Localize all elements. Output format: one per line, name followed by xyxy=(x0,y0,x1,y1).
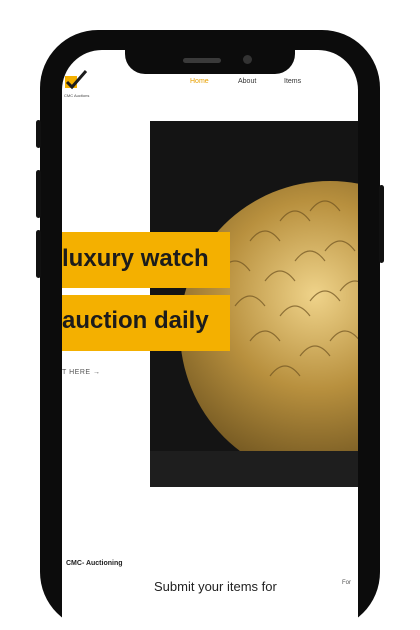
logo-icon[interactable] xyxy=(64,68,94,92)
phone-frame: CMC Auctions Home About Items luxury wat… xyxy=(36,30,384,630)
hero-title-line-2: auction daily xyxy=(62,295,230,351)
nav-about[interactable]: About xyxy=(238,78,256,85)
nav-items[interactable]: Items xyxy=(284,78,301,85)
start-here-link[interactable]: T HERE → xyxy=(62,369,101,376)
hero-title-line-1: luxury watch xyxy=(62,232,230,288)
volume-down-button xyxy=(36,230,41,278)
power-button xyxy=(379,185,384,263)
speaker xyxy=(183,58,221,63)
logo-text: CMC Auctions xyxy=(64,93,90,98)
footer-brand: CMC- Auctioning xyxy=(66,560,123,567)
side-note: For xyxy=(342,580,351,586)
camera xyxy=(243,55,252,64)
submit-items-heading: Submit your items for xyxy=(154,579,277,594)
phone-screen: CMC Auctions Home About Items luxury wat… xyxy=(62,50,358,630)
nav-home[interactable]: Home xyxy=(190,78,209,85)
volume-up-button xyxy=(36,170,41,218)
notch xyxy=(125,50,295,74)
mute-switch xyxy=(36,120,41,148)
